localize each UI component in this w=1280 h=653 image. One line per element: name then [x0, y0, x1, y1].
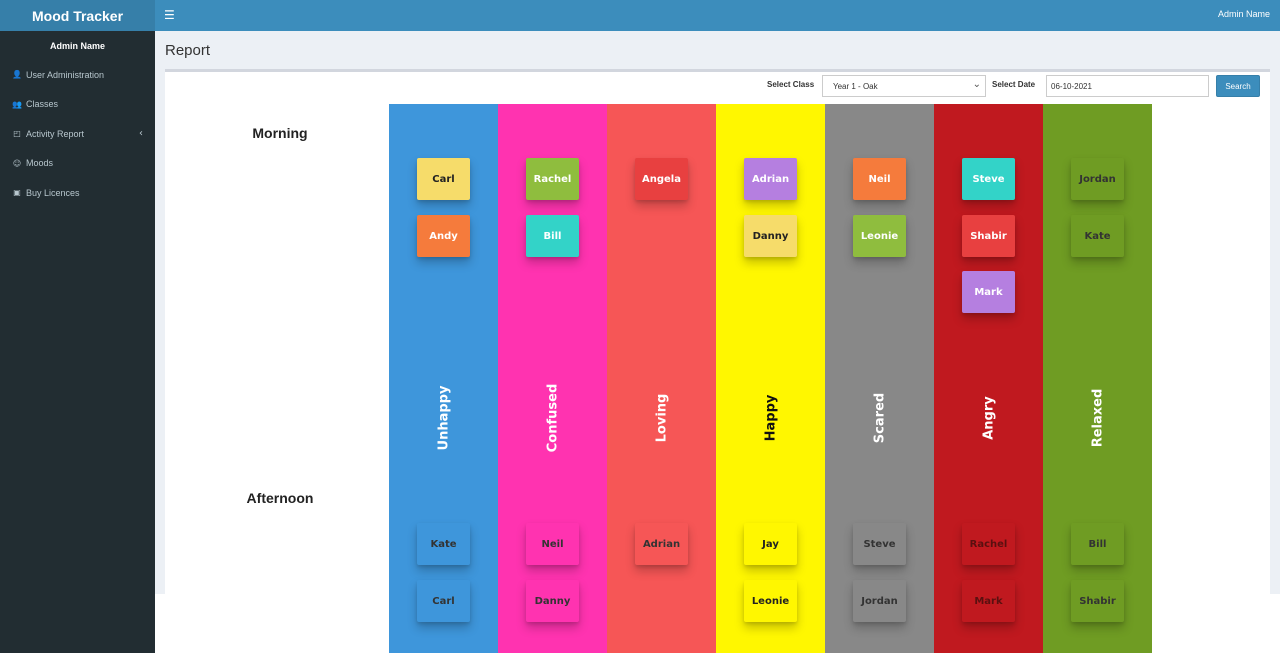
sidebar-item-activity-report[interactable]: ◰ Activity Report ‹: [0, 119, 155, 149]
sidebar-item-label: Activity Report: [26, 128, 85, 139]
mood-label: Scared: [872, 392, 887, 444]
student-chip-afternoon[interactable]: Jay: [744, 523, 797, 565]
student-chip-morning[interactable]: Andy: [417, 215, 470, 257]
mood-column-relaxed: Relaxed Jordan Kate Bill Shabir: [1043, 104, 1152, 653]
chevron-left-icon: ‹: [139, 128, 143, 140]
select-date-label: Select Date: [992, 80, 1036, 89]
student-chip-morning[interactable]: Neil: [853, 158, 906, 200]
mood-column-unhappy: Unhappy Carl Andy Kate Carl: [389, 104, 498, 653]
admin-user-menu[interactable]: Admin Name: [1218, 9, 1270, 19]
mood-column-scared: Scared Neil Leonie Steve Jordan: [825, 104, 934, 653]
student-chip-morning[interactable]: Carl: [417, 158, 470, 200]
select-class-label: Select Class: [767, 80, 815, 89]
mood-label: Relaxed: [1090, 388, 1105, 448]
student-chip-morning[interactable]: Steve: [962, 158, 1015, 200]
sidebar-item-classes[interactable]: 👥 Classes: [0, 90, 155, 120]
mood-label: Unhappy: [436, 385, 451, 451]
student-chip-afternoon[interactable]: Bill: [1071, 523, 1124, 565]
hamburger-menu-icon[interactable]: ☰: [164, 8, 175, 22]
users-icon: 👥: [12, 99, 22, 109]
student-chip-morning[interactable]: Angela: [635, 158, 688, 200]
licence-card-icon: ▣: [13, 188, 21, 198]
mood-column-angry: Angry Steve Shabir Mark Rachel Mark: [934, 104, 1043, 653]
mood-label: Confused: [545, 383, 560, 453]
morning-label: Morning: [252, 125, 308, 141]
student-chip-afternoon[interactable]: Mark: [962, 580, 1015, 622]
sidebar-item-user-administration[interactable]: 👤 User Administration: [0, 60, 155, 90]
class-select-value: Year 1 - Oak: [833, 82, 878, 91]
sidebar-item-label: User Administration: [26, 69, 105, 80]
sidebar-menu: 👤 User Administration 👥 Classes ◰ Activity Re…: [0, 60, 155, 208]
sidebar-admin-name: Admin Name: [49, 41, 105, 51]
app-logo[interactable]: Mood Tracker: [0, 0, 155, 31]
student-chip-afternoon[interactable]: Neil: [526, 523, 579, 565]
sidebar-item-buy-licences[interactable]: ▣ Buy Licences: [0, 178, 155, 208]
student-chip-afternoon[interactable]: Kate: [417, 523, 470, 565]
student-chip-afternoon[interactable]: Shabir: [1071, 580, 1124, 622]
student-chip-morning[interactable]: Rachel: [526, 158, 579, 200]
student-chip-morning[interactable]: Leonie: [853, 215, 906, 257]
mood-label: Angry: [981, 396, 996, 440]
student-chip-afternoon[interactable]: Steve: [853, 523, 906, 565]
user-icon: 👤: [12, 70, 22, 80]
mood-column-confused: Confused Rachel Bill Neil Danny: [498, 104, 607, 653]
student-chip-afternoon[interactable]: Adrian: [635, 523, 688, 565]
student-chip-morning[interactable]: Kate: [1071, 215, 1124, 257]
student-chip-afternoon[interactable]: Jordan: [853, 580, 906, 622]
page-title: Report: [165, 42, 211, 59]
date-field[interactable]: 06-10-2021: [1046, 75, 1209, 97]
chevron-down-icon: ⌄: [972, 79, 981, 90]
student-chip-morning[interactable]: Bill: [526, 215, 579, 257]
student-chip-morning[interactable]: Danny: [744, 215, 797, 257]
smile-icon: ☺: [12, 158, 22, 168]
student-chip-afternoon[interactable]: Carl: [417, 580, 470, 622]
student-chip-afternoon[interactable]: Rachel: [962, 523, 1015, 565]
afternoon-label: Afternoon: [246, 490, 314, 506]
top-navbar: ☰ Admin Name: [155, 0, 1280, 31]
student-chip-morning[interactable]: Adrian: [744, 158, 797, 200]
mood-column-loving: Loving Angela Adrian: [607, 104, 716, 653]
student-chip-afternoon[interactable]: Danny: [526, 580, 579, 622]
sidebar-item-label: Classes: [26, 99, 59, 110]
mood-label: Happy: [763, 394, 778, 442]
class-select[interactable]: Year 1 - Oak ⌄: [822, 75, 986, 97]
sidebar: Admin Name 👤 User Administration 👥 Classes ◰…: [0, 31, 155, 653]
sidebar-item-label: Moods: [26, 158, 54, 169]
student-chip-morning[interactable]: Mark: [962, 271, 1015, 313]
mood-column-happy: Happy Adrian Danny Jay Leonie: [716, 104, 825, 653]
sidebar-item-label: Buy Licences: [26, 187, 80, 198]
report-icon: ◰: [13, 129, 21, 139]
mood-label: Loving: [654, 393, 669, 443]
student-chip-afternoon[interactable]: Leonie: [744, 580, 797, 622]
sidebar-item-moods[interactable]: ☺ Moods: [0, 149, 155, 179]
search-button[interactable]: Search: [1216, 75, 1260, 97]
student-chip-morning[interactable]: Shabir: [962, 215, 1015, 257]
student-chip-morning[interactable]: Jordan: [1071, 158, 1124, 200]
